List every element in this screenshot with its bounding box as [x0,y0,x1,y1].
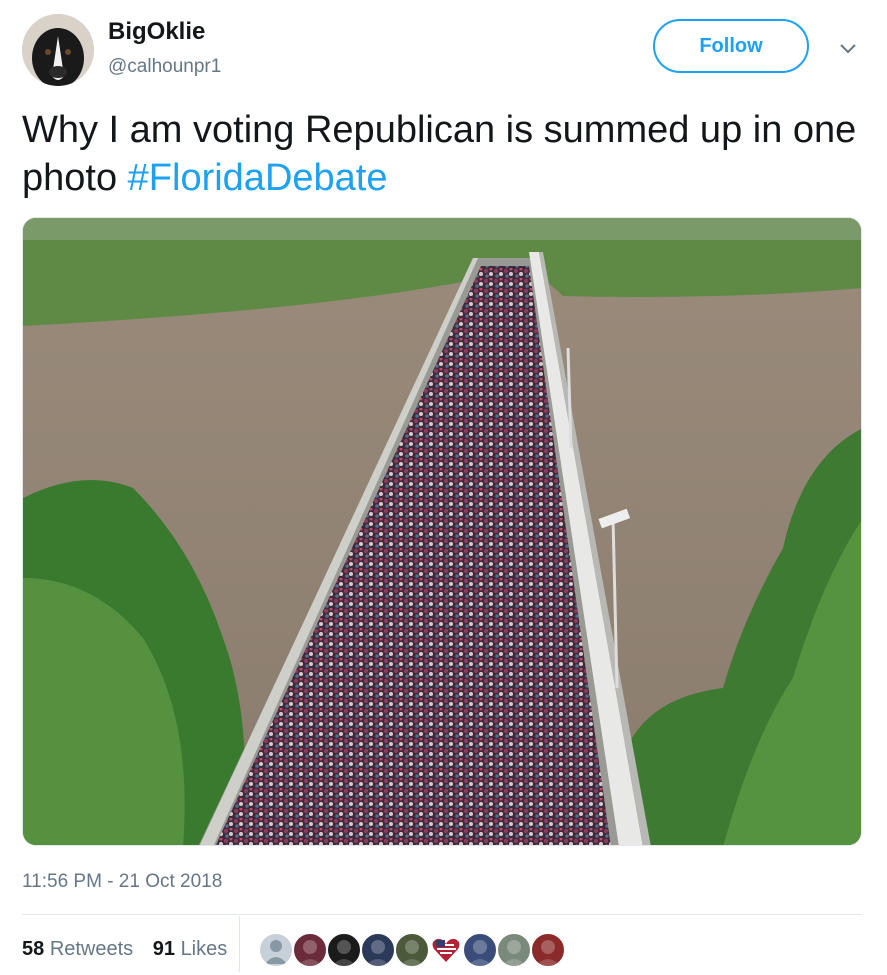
stats-separator [239,916,240,972]
author-handle[interactable]: @calhounpr1 [108,56,221,78]
tweet-text: Why I am voting Republican is summed up … [22,106,872,202]
likes-stat[interactable]: 91 Likes [153,938,228,960]
liker-avatar[interactable] [360,932,396,968]
retweets-label: Retweets [49,938,134,960]
liker-avatar[interactable] [496,932,532,968]
divider [22,914,862,915]
follow-button[interactable]: Follow [653,19,809,73]
likes-count: 91 [152,938,175,960]
liker-avatar[interactable] [530,932,566,968]
liker-avatar[interactable] [394,932,430,968]
hashtag-link[interactable]: #FloridaDebate [128,157,388,199]
chevron-down-icon[interactable] [838,38,858,58]
default-avatar-icon[interactable] [258,932,294,968]
tweet-stats: 58 Retweets 91 Likes [22,938,241,961]
author-name[interactable]: BigOklie [108,18,205,46]
likes-label: Likes [180,938,228,960]
retweets-count: 58 [22,938,45,960]
tweet-photo[interactable] [22,217,862,846]
avatar[interactable] [22,14,94,86]
retweets-stat[interactable]: 58 Retweets [22,938,133,960]
us-flag-heart-icon[interactable] [428,932,464,968]
liker-avatar[interactable] [462,932,498,968]
liker-avatar[interactable] [326,932,362,968]
tweet-timestamp[interactable]: 11:56 PM - 21 Oct 2018 [22,871,222,893]
liker-avatar[interactable] [292,932,328,968]
